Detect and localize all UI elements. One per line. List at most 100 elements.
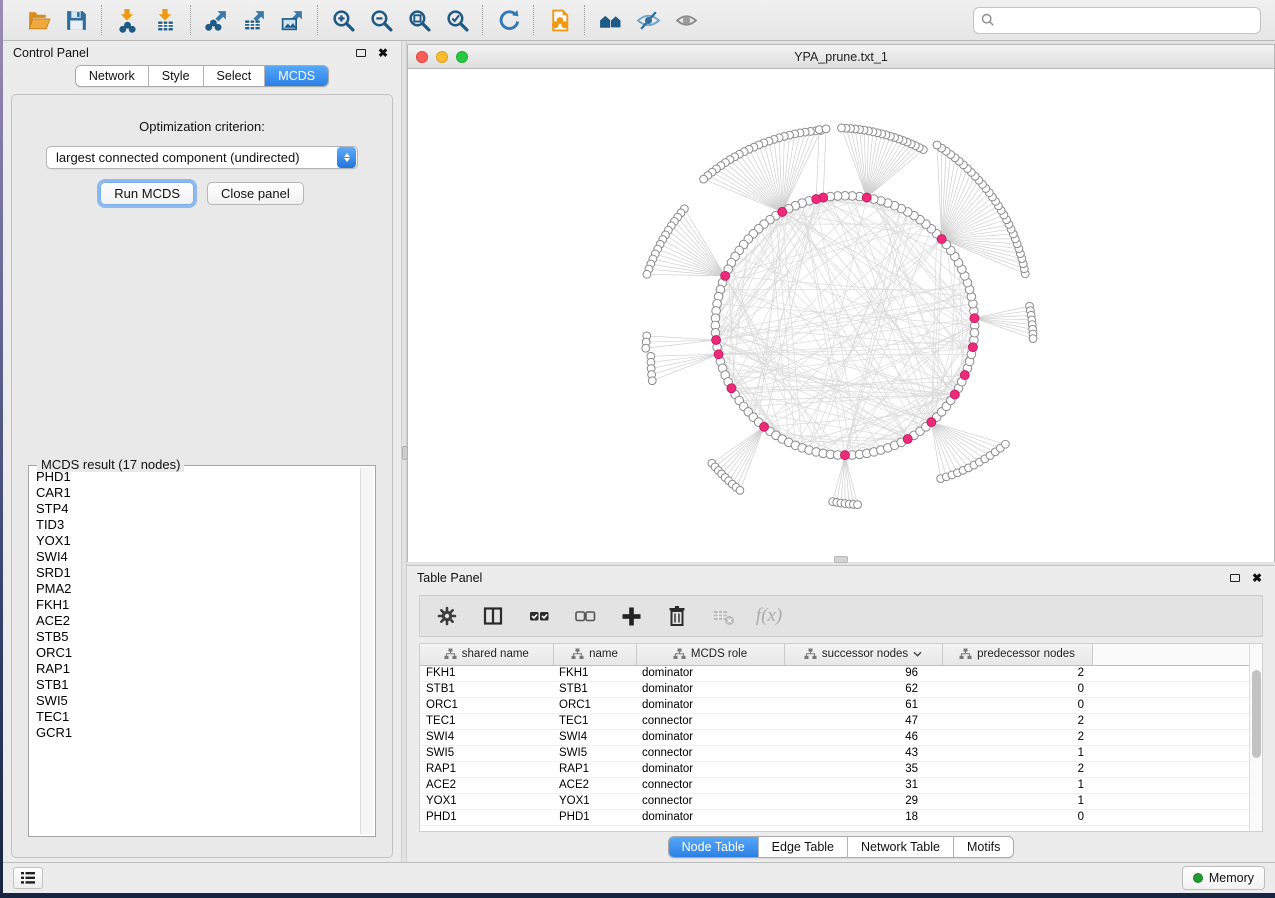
table-panel: Table Panel ✖ f(x) shared namenameMCDS r… xyxy=(407,565,1275,862)
table-row[interactable]: ORC1ORC1dominator610 xyxy=(420,697,1249,713)
network-window-titlebar: YPA_prune.txt_1 xyxy=(408,45,1274,69)
scrollbar-thumb[interactable] xyxy=(1252,670,1261,758)
table-row[interactable]: PHD1PHD1dominator180 xyxy=(420,809,1249,825)
mcds-result-item[interactable]: YOX1 xyxy=(31,533,360,549)
network-canvas[interactable] xyxy=(408,69,1274,562)
table-row[interactable]: RAP1RAP1dominator352 xyxy=(420,761,1249,777)
table-row[interactable]: STB1STB1dominator620 xyxy=(420,681,1249,697)
show-panels-button[interactable] xyxy=(13,867,43,889)
column-settings-button[interactable] xyxy=(434,603,460,629)
zoom-selected-button[interactable] xyxy=(441,4,473,36)
export-network-button[interactable] xyxy=(200,4,232,36)
open-session-button[interactable] xyxy=(22,4,54,36)
splitter-grip[interactable] xyxy=(402,446,408,460)
deselect-all-button[interactable] xyxy=(572,603,598,629)
window-maximize-button[interactable] xyxy=(456,51,468,63)
table-panel-float-button[interactable] xyxy=(1227,570,1243,586)
splitter-grip[interactable] xyxy=(834,556,848,563)
open-session-icon xyxy=(26,8,51,33)
show-columns-button[interactable] xyxy=(480,603,506,629)
node-table: shared namenameMCDS rolesuccessor nodesp… xyxy=(419,643,1263,832)
table-row[interactable]: YOX1YOX1connector291 xyxy=(420,793,1249,809)
mcds-result-item[interactable]: STB5 xyxy=(31,629,360,645)
table-row[interactable]: ACE2ACE2connector311 xyxy=(420,777,1249,793)
save-session-button[interactable] xyxy=(60,4,92,36)
mcds-result-item[interactable]: RAP1 xyxy=(31,661,360,677)
control-panel-close-button[interactable]: ✖ xyxy=(375,45,391,61)
mcds-result-item[interactable]: ACE2 xyxy=(31,613,360,629)
refresh-button[interactable] xyxy=(492,4,524,36)
mcds-result-item[interactable]: SWI5 xyxy=(31,693,360,709)
control-panel-float-button[interactable] xyxy=(353,45,369,61)
mcds-result-item[interactable]: TEC1 xyxy=(31,709,360,725)
column-header-MCDS-role[interactable]: MCDS role xyxy=(636,644,784,665)
mcds-result-item[interactable]: ORC1 xyxy=(31,645,360,661)
zoom-fit-button[interactable] xyxy=(403,4,435,36)
refresh-icon xyxy=(496,8,521,33)
column-header-shared-name[interactable]: shared name xyxy=(420,644,553,665)
select-all-button[interactable] xyxy=(526,603,552,629)
import-network-button[interactable] xyxy=(111,4,143,36)
zoom-out-button[interactable] xyxy=(365,4,397,36)
tab-motifs[interactable]: Motifs xyxy=(953,837,1013,857)
mcds-result-item[interactable]: FKH1 xyxy=(31,597,360,613)
zoom-in-icon xyxy=(331,8,356,33)
mcds-result-item[interactable]: CAR1 xyxy=(31,485,360,501)
hide-selected-button[interactable] xyxy=(632,4,664,36)
mcds-result-list[interactable]: PHD1CAR1STP4TID3YOX1SWI4SRD1PMA2FKH1ACE2… xyxy=(31,469,360,834)
mcds-result-item[interactable]: STB1 xyxy=(31,677,360,693)
search-input[interactable] xyxy=(1000,13,1253,28)
mcds-tab-content: Optimization criterion: largest connecte… xyxy=(11,94,393,858)
attribute-type-icon xyxy=(571,648,584,660)
criterion-dropdown[interactable]: largest connected component (undirected) xyxy=(46,146,358,169)
zoom-in-button[interactable] xyxy=(327,4,359,36)
mcds-result-item[interactable]: GCR1 xyxy=(31,725,360,741)
attribute-type-icon xyxy=(444,648,457,660)
column-settings-icon xyxy=(436,605,458,627)
table-row[interactable]: FKH1FKH1dominator962 xyxy=(420,665,1249,681)
run-mcds-button[interactable]: Run MCDS xyxy=(100,182,194,205)
tab-style[interactable]: Style xyxy=(148,66,203,86)
export-image-button[interactable] xyxy=(276,4,308,36)
memory-button[interactable]: Memory xyxy=(1182,866,1265,890)
export-table-button[interactable] xyxy=(238,4,270,36)
vertical-splitter[interactable] xyxy=(401,41,407,862)
table-row[interactable]: TEC1TEC1connector472 xyxy=(420,713,1249,729)
tab-edge-table[interactable]: Edge Table xyxy=(758,837,847,857)
table-panel-close-button[interactable]: ✖ xyxy=(1249,570,1265,586)
search-box[interactable] xyxy=(973,7,1261,34)
horizontal-splitter[interactable] xyxy=(407,562,1275,565)
tab-network-table[interactable]: Network Table xyxy=(847,837,953,857)
tab-mcds[interactable]: MCDS xyxy=(264,66,328,86)
window-minimize-button[interactable] xyxy=(436,51,448,63)
first-neighbors-button[interactable] xyxy=(594,4,626,36)
zoom-out-icon xyxy=(369,8,394,33)
window-close-button[interactable] xyxy=(416,51,428,63)
import-network-icon xyxy=(115,8,140,33)
import-table-button[interactable] xyxy=(149,4,181,36)
table-row[interactable]: SWI4SWI4dominator462 xyxy=(420,729,1249,745)
mcds-result-item[interactable]: STP4 xyxy=(31,501,360,517)
close-icon: ✖ xyxy=(1252,572,1262,584)
column-header-predecessor-nodes[interactable]: predecessor nodes xyxy=(942,644,1092,665)
delete-column-button[interactable] xyxy=(664,603,690,629)
mcds-result-item[interactable]: SRD1 xyxy=(31,565,360,581)
column-header-successor-nodes[interactable]: successor nodes xyxy=(784,644,942,665)
tab-network[interactable]: Network xyxy=(76,66,148,86)
tab-node-table[interactable]: Node Table xyxy=(669,837,758,857)
share-document-button[interactable] xyxy=(543,4,575,36)
mcds-result-item[interactable]: SWI4 xyxy=(31,549,360,565)
table-row[interactable]: SWI5SWI5connector431 xyxy=(420,745,1249,761)
mcds-result-item[interactable]: PMA2 xyxy=(31,581,360,597)
mcds-result-item[interactable]: TID3 xyxy=(31,517,360,533)
zoom-fit-icon xyxy=(407,8,432,33)
show-all-button[interactable] xyxy=(670,4,702,36)
memory-label: Memory xyxy=(1209,871,1254,885)
close-panel-button[interactable]: Close panel xyxy=(207,182,304,205)
add-column-button[interactable] xyxy=(618,603,644,629)
tab-select[interactable]: Select xyxy=(203,66,265,86)
table-scrollbar[interactable] xyxy=(1249,644,1262,831)
column-header-name[interactable]: name xyxy=(553,644,636,665)
mcds-list-scrollbar[interactable] xyxy=(360,468,373,834)
mcds-result-item[interactable]: PHD1 xyxy=(31,469,360,485)
